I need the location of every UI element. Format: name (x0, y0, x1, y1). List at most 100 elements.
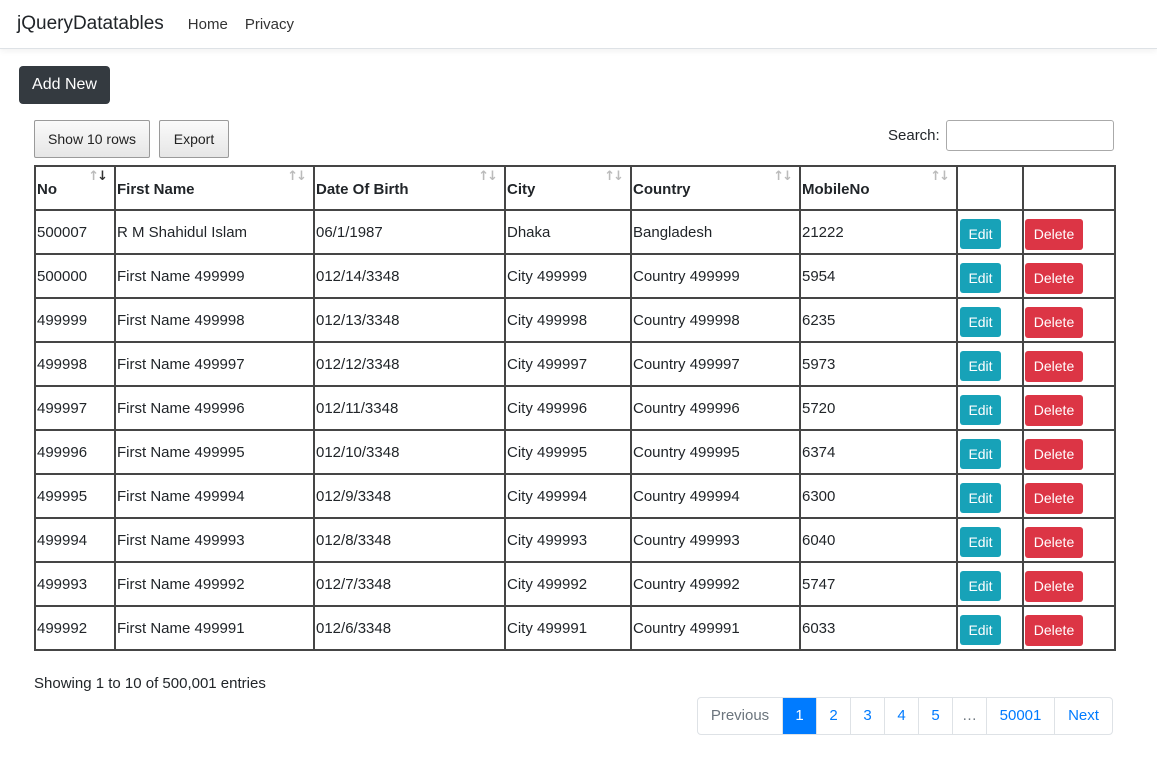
table-cell: 6040 (799, 517, 958, 563)
column-header-mobileno[interactable]: MobileNo ↑↓ (799, 165, 958, 211)
table-cell: 499997 (34, 385, 116, 431)
navbar-brand[interactable]: jQueryDatatables (17, 13, 164, 35)
delete-button[interactable]: Delete (1025, 614, 1083, 646)
show-rows-button[interactable]: Show 10 rows (34, 120, 150, 158)
table-cell: 012/6/3348 (313, 605, 506, 651)
pagination-page-5[interactable]: 5 (918, 698, 952, 734)
pagination-page-2[interactable]: 2 (816, 698, 850, 734)
table-row: 499999 First Name 499998 012/13/3348 City 4… (34, 297, 1116, 343)
pagination: Previous 1 2 3 4 5… 50001 Next (697, 697, 1113, 735)
edit-button[interactable]: Edit (960, 219, 1001, 249)
table-cell: 012/7/3348 (313, 561, 506, 607)
delete-button[interactable]: Delete (1025, 306, 1083, 338)
table-cell: 499992 (34, 605, 116, 651)
delete-button[interactable]: Delete (1025, 262, 1083, 294)
nav-link-home[interactable]: Home (188, 16, 228, 33)
edit-button[interactable]: Edit (960, 483, 1001, 513)
table-cell: 499999 (34, 297, 116, 343)
delete-button[interactable]: Delete (1025, 394, 1083, 426)
table-cell: City 499994 (504, 473, 632, 519)
pagination-next[interactable]: Next (1054, 698, 1112, 734)
column-header-action (956, 165, 1024, 211)
pagination-page-3[interactable]: 3 (850, 698, 884, 734)
table-row: 499994 First Name 499993 012/8/3348 City 49… (34, 517, 1116, 563)
table-row: 499997 First Name 499996 012/11/3348 City 4… (34, 385, 1116, 431)
edit-cell: Edit (956, 473, 1024, 519)
column-header-city[interactable]: City ↑↓ (504, 165, 632, 211)
pagination-page-1[interactable]: 1 (782, 698, 816, 734)
delete-cell: Delete (1022, 517, 1116, 563)
table-cell: 500000 (34, 253, 116, 299)
column-header-no[interactable]: No ↑↓ (34, 165, 116, 211)
column-header-country[interactable]: Country ↑↓ (630, 165, 801, 211)
delete-cell: Delete (1022, 561, 1116, 607)
sort-arrows-icon: ↑↓ (478, 169, 498, 184)
edit-cell: Edit (956, 429, 1024, 475)
delete-cell: Delete (1022, 209, 1116, 255)
edit-button[interactable]: Edit (960, 571, 1001, 601)
edit-button[interactable]: Edit (960, 439, 1001, 469)
delete-cell: Delete (1022, 473, 1116, 519)
table-cell: 5973 (799, 341, 958, 387)
table-cell: Country 499998 (630, 297, 801, 343)
add-new-button[interactable]: Add New (19, 66, 110, 104)
delete-button[interactable]: Delete (1025, 570, 1083, 602)
column-header-first-name[interactable]: First Name ↑↓ (114, 165, 315, 211)
delete-button[interactable]: Delete (1025, 218, 1083, 250)
table-cell: City 499995 (504, 429, 632, 475)
edit-button[interactable]: Edit (960, 307, 1001, 337)
sort-arrows-icon: ↑↓ (930, 169, 950, 184)
pagination-page-50001[interactable]: 50001 (986, 698, 1054, 734)
edit-button[interactable]: Edit (960, 351, 1001, 381)
edit-button[interactable]: Edit (960, 263, 1001, 293)
edit-button[interactable]: Edit (960, 527, 1001, 557)
table-cell: 6033 (799, 605, 958, 651)
pagination-page-4[interactable]: 4 (884, 698, 918, 734)
table-cell: First Name 499993 (114, 517, 315, 563)
edit-button[interactable]: Edit (960, 395, 1001, 425)
table-cell: 5954 (799, 253, 958, 299)
column-header-label: City (507, 180, 536, 198)
table-cell: Country 499996 (630, 385, 801, 431)
table-cell: First Name 499999 (114, 253, 315, 299)
table-cell: Country 499997 (630, 341, 801, 387)
nav-link-privacy[interactable]: Privacy (245, 16, 294, 33)
delete-cell: Delete (1022, 429, 1116, 475)
table-header-row: No ↑↓ First Name ↑↓ Date Of Birth ↑↓ City ↑↓ Cou… (34, 165, 1116, 211)
search-input[interactable] (946, 120, 1114, 151)
export-button[interactable]: Export (159, 120, 229, 158)
delete-button[interactable]: Delete (1025, 438, 1083, 470)
edit-button[interactable]: Edit (960, 615, 1001, 645)
table-cell: 06/1/1987 (313, 209, 506, 255)
pagination-ellipsis: … (952, 698, 986, 734)
table-cell: 012/13/3348 (313, 297, 506, 343)
table-cell: Country 499994 (630, 473, 801, 519)
column-header-date-of-birth[interactable]: Date Of Birth ↑↓ (313, 165, 506, 211)
table-cell: Dhaka (504, 209, 632, 255)
table-cell: 499998 (34, 341, 116, 387)
edit-cell: Edit (956, 209, 1024, 255)
table-cell: 012/10/3348 (313, 429, 506, 475)
delete-button[interactable]: Delete (1025, 350, 1083, 382)
column-header-label: Country (633, 180, 691, 198)
table-row: 500007 R M Shahidul Islam 06/1/1987 Dhaka Ba… (34, 209, 1116, 255)
table-cell: City 499993 (504, 517, 632, 563)
edit-cell: Edit (956, 385, 1024, 431)
delete-button[interactable]: Delete (1025, 526, 1083, 558)
delete-button[interactable]: Delete (1025, 482, 1083, 514)
table-cell: 500007 (34, 209, 116, 255)
table-cell: Country 499993 (630, 517, 801, 563)
table-cell: 499993 (34, 561, 116, 607)
table-cell: 499995 (34, 473, 116, 519)
table-cell: 6300 (799, 473, 958, 519)
column-header-label: First Name (117, 180, 195, 198)
table-cell: First Name 499996 (114, 385, 315, 431)
column-header-label: No (37, 180, 57, 198)
table-row: 499993 First Name 499992 012/7/3348 City 49… (34, 561, 1116, 607)
edit-cell: Edit (956, 561, 1024, 607)
pagination-previous[interactable]: Previous (698, 698, 782, 734)
table-cell: Country 499991 (630, 605, 801, 651)
table-row: 499992 First Name 499991 012/6/3348 City 49… (34, 605, 1116, 651)
table-row: 499995 First Name 499994 012/9/3348 City 49… (34, 473, 1116, 519)
table-cell: 012/12/3348 (313, 341, 506, 387)
